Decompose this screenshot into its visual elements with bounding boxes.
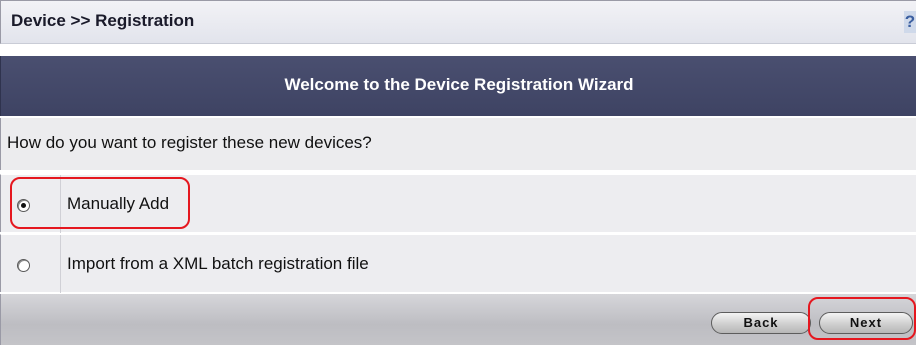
next-button[interactable]: Next — [819, 312, 913, 334]
back-button[interactable]: Back — [711, 312, 811, 334]
wizard-footer: Back Next — [0, 294, 916, 345]
option-manually-add[interactable]: Manually Add — [0, 174, 916, 233]
radio-manually-add[interactable] — [17, 199, 30, 212]
wizard-title-band: Welcome to the Device Registration Wizar… — [0, 56, 916, 116]
breadcrumb: Device >> Registration ? — [0, 0, 916, 44]
radio-cell — [1, 175, 61, 233]
option-import-xml[interactable]: Import from a XML batch registration fil… — [0, 234, 916, 293]
option-label-import-xml[interactable]: Import from a XML batch registration fil… — [67, 254, 369, 274]
question-row: How do you want to register these new de… — [0, 118, 916, 170]
option-label-manually-add[interactable]: Manually Add — [67, 194, 169, 214]
registration-wizard-panel: Device >> Registration ? Welcome to the … — [0, 0, 916, 345]
question-text: How do you want to register these new de… — [7, 133, 372, 152]
wizard-title: Welcome to the Device Registration Wizar… — [284, 75, 634, 94]
radio-cell — [1, 235, 61, 293]
radio-import-xml[interactable] — [17, 259, 30, 272]
breadcrumb-text: Device >> Registration — [11, 11, 195, 30]
help-icon[interactable]: ? — [904, 11, 916, 33]
